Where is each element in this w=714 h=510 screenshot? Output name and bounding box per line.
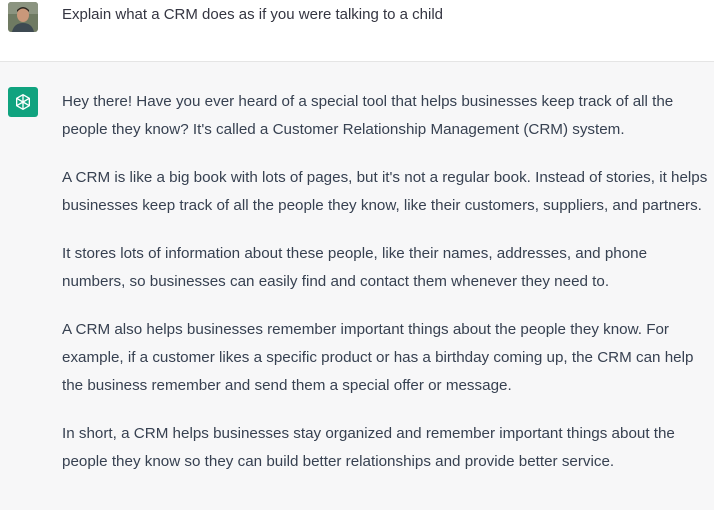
answer-paragraph: A CRM is like a big book with lots of pa… [62, 169, 708, 214]
user-message-row: Explain what a CRM does as if you were t… [0, 0, 714, 62]
answer-paragraph: A CRM also helps businesses remember imp… [62, 321, 694, 394]
user-avatar [8, 2, 38, 32]
assistant-message-row: Hey there! Have you ever heard of a spec… [0, 62, 714, 510]
openai-logo-icon [16, 94, 31, 111]
user-message-text: Explain what a CRM does as if you were t… [62, 6, 444, 23]
user-photo-avatar-icon [8, 2, 38, 32]
answer-paragraph: In short, a CRM helps businesses stay or… [62, 425, 675, 470]
answer-paragraph: Hey there! Have you ever heard of a spec… [62, 93, 674, 138]
answer-paragraph: It stores lots of information about thes… [62, 245, 648, 290]
chat-thread: Explain what a CRM does as if you were t… [0, 0, 714, 510]
assistant-avatar [8, 87, 38, 117]
assistant-message-text: Hey there! Have you ever heard of a spec… [62, 88, 710, 496]
